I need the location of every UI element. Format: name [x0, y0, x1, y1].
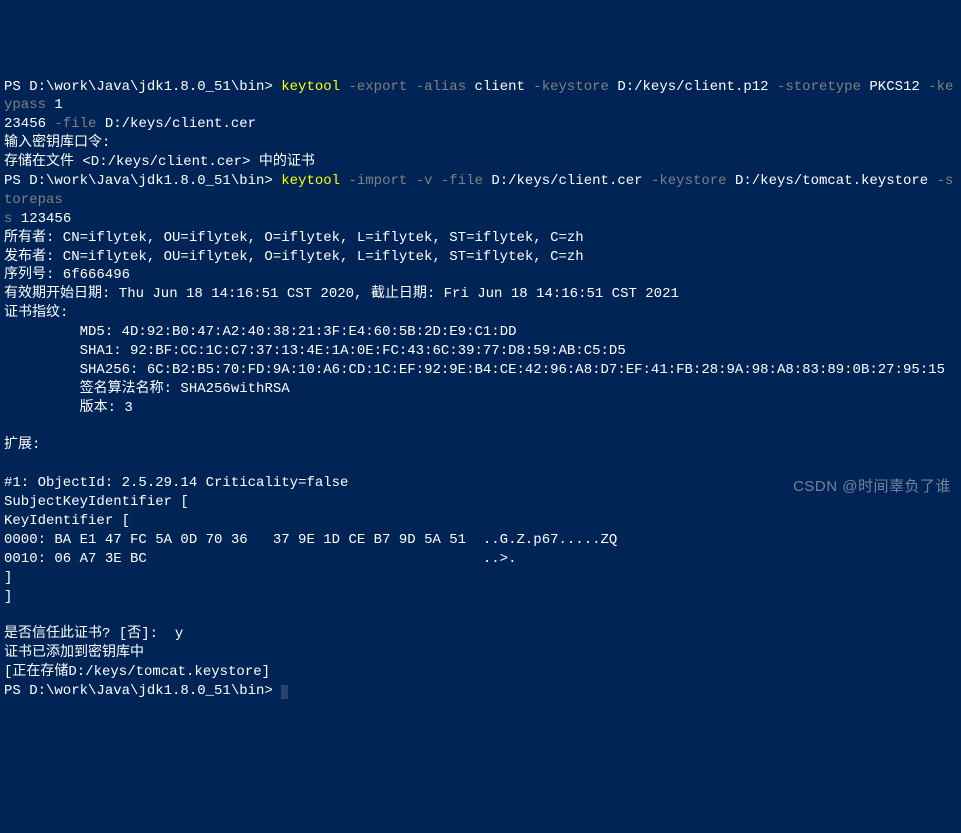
keypass-wrap: 23456 — [4, 116, 46, 132]
ext-objectid: #1: ObjectId: 2.5.29.14 Criticality=fals… — [4, 475, 348, 491]
ext-hex-1: 0010: 06 A7 3E BC ..>. — [4, 551, 516, 567]
file-flag: -file — [46, 116, 96, 132]
cursor-icon — [281, 685, 288, 699]
cert-added: 证书已添加到密钥库中 — [4, 645, 144, 661]
ps-prompt-3[interactable]: PS D:\work\Java\jdk1.8.0_51\bin> — [4, 683, 288, 699]
cert-sha256: SHA256: 6C:B2:B5:70:FD:9A:10:A6:CD:1C:EF… — [4, 362, 945, 378]
ps-prompt-1: PS D:\work\Java\jdk1.8.0_51\bin> keytool… — [4, 79, 953, 114]
ext-hex-0: 0000: BA E1 47 FC 5A 0D 70 36 37 9E 1D C… — [4, 532, 617, 548]
ext-ski: SubjectKeyIdentifier [ — [4, 494, 189, 510]
cert-sigalg: 签名算法名称: SHA256withRSA — [4, 381, 290, 397]
extensions-header: 扩展: — [4, 437, 40, 453]
file-arg: D:/keys/client.cer — [96, 116, 256, 132]
watermark: CSDN @时间辜负了谁 — [793, 477, 951, 497]
cert-serial: 序列号: 6f666496 — [4, 267, 130, 283]
ext-close-1: ] — [4, 570, 12, 586]
storepass-wrap: s 123456 — [4, 211, 71, 227]
cert-validity: 有效期开始日期: Thu Jun 18 14:16:51 CST 2020, 截… — [4, 286, 679, 302]
cert-sha1: SHA1: 92:BF:CC:1C:C7:37:13:4E:1A:0E:FC:4… — [4, 343, 626, 359]
trust-prompt: 是否信任此证书? [否]: y — [4, 626, 183, 642]
enter-password: 输入密钥库口令: — [4, 135, 110, 151]
terminal-output: PS D:\work\Java\jdk1.8.0_51\bin> keytool… — [4, 78, 957, 701]
cert-fingerprints-header: 证书指纹: — [4, 305, 68, 321]
ps-prompt-2: PS D:\work\Java\jdk1.8.0_51\bin> keytool… — [4, 173, 953, 208]
ext-close-2: ] — [4, 589, 12, 605]
stored-cert: 存储在文件 <D:/keys/client.cer> 中的证书 — [4, 154, 315, 170]
ext-keyid: KeyIdentifier [ — [4, 513, 130, 529]
cert-version: 版本: 3 — [4, 400, 133, 416]
storing-keystore: [正在存储D:/keys/tomcat.keystore] — [4, 664, 270, 680]
cert-owner: 所有者: CN=iflytek, OU=iflytek, O=iflytek, … — [4, 230, 584, 246]
cert-issuer: 发布者: CN=iflytek, OU=iflytek, O=iflytek, … — [4, 249, 584, 265]
cert-md5: MD5: 4D:92:B0:47:A2:40:38:21:3F:E4:60:5B… — [4, 324, 517, 340]
